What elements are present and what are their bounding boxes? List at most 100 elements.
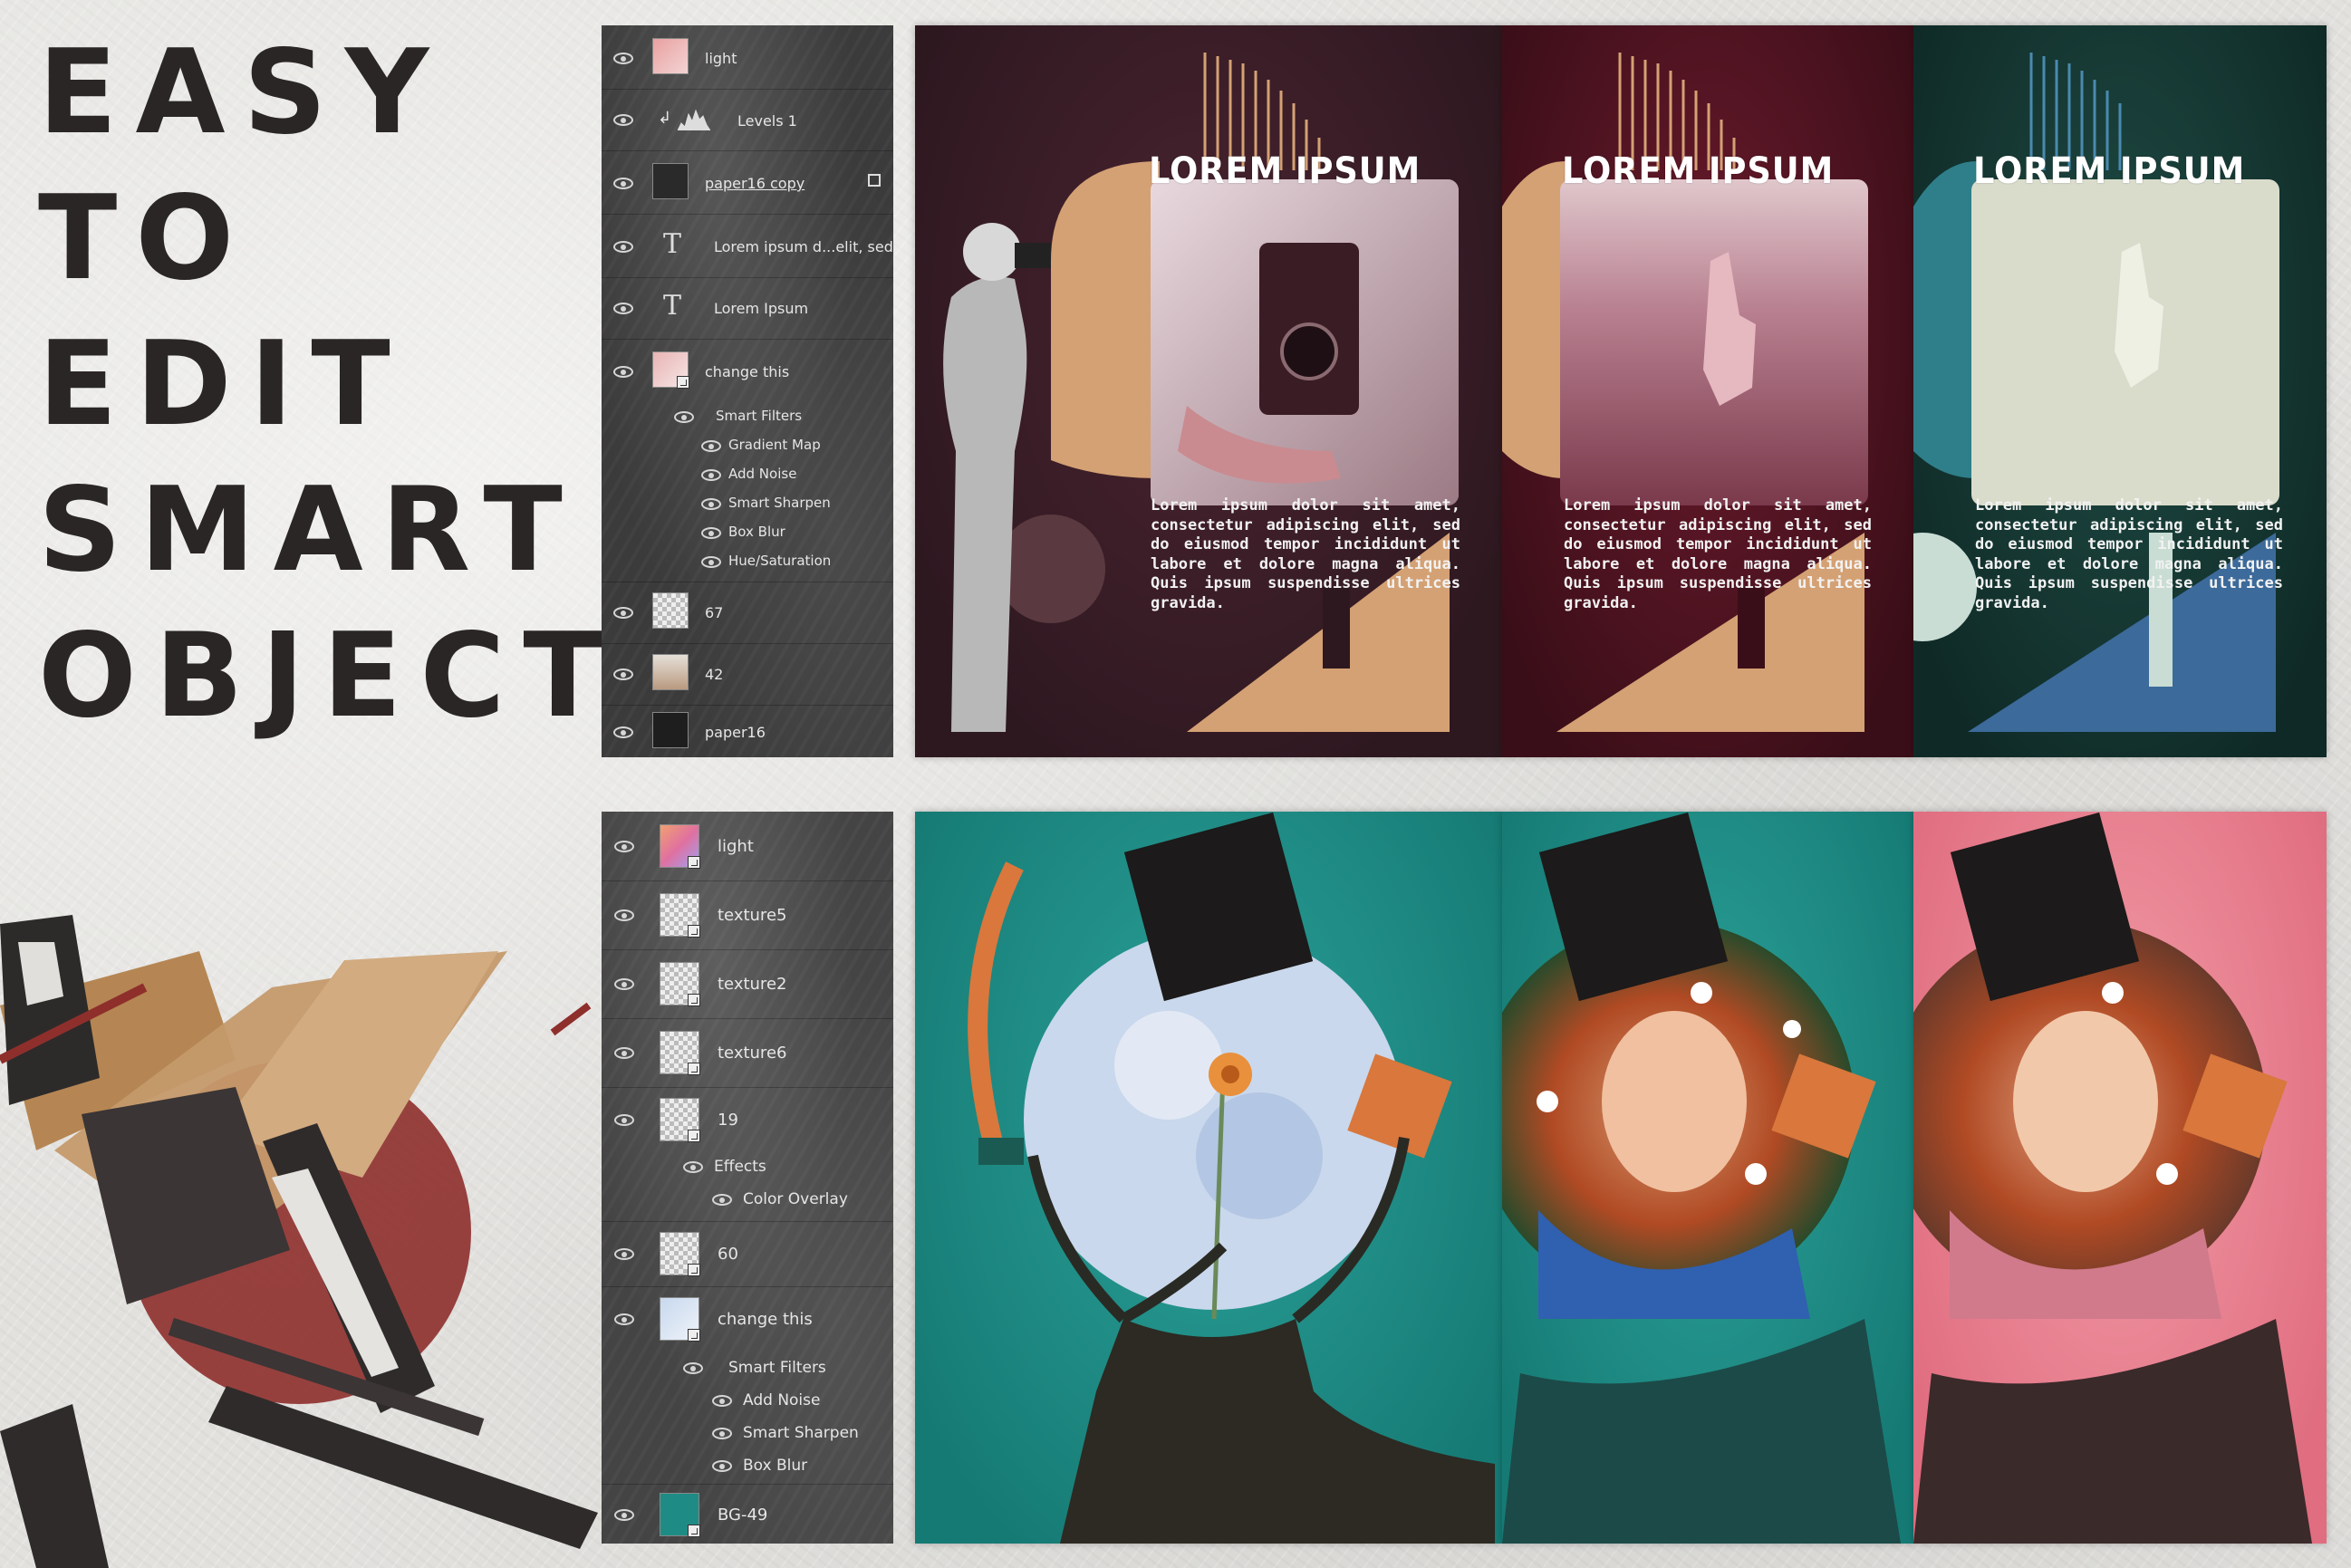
eye-icon[interactable] <box>674 411 694 423</box>
layer-label: paper16 copy <box>705 175 805 192</box>
filter-row-smart-filters[interactable]: Smart Filters <box>602 1352 893 1384</box>
layer-row-60[interactable]: 60 <box>602 1221 893 1287</box>
layer-label: change this <box>705 363 790 380</box>
layer-label: light <box>718 837 754 856</box>
layer-row-change-this[interactable]: change this <box>602 1286 893 1352</box>
filter-row-smart-sharpen[interactable]: Smart Sharpen <box>602 489 893 518</box>
eye-icon[interactable] <box>613 303 633 314</box>
eye-icon[interactable] <box>701 498 721 510</box>
filter-row-box-blur[interactable]: Box Blur <box>602 518 893 547</box>
layer-label: 42 <box>705 666 724 683</box>
eye-icon[interactable] <box>712 1428 732 1439</box>
eye-icon[interactable] <box>712 1460 732 1472</box>
thumbnail-icon <box>652 38 689 74</box>
eye-icon[interactable] <box>683 1362 703 1374</box>
eye-icon[interactable] <box>701 469 721 481</box>
filter-label: Smart Filters <box>728 1359 826 1377</box>
layer-row-texture5[interactable]: texture5 <box>602 880 893 950</box>
eye-icon[interactable] <box>712 1194 732 1206</box>
eye-icon[interactable] <box>614 978 634 990</box>
smart-object-icon <box>660 962 700 1006</box>
poster-body: Lorem ipsum dolor sit amet, consectetur … <box>1975 496 2283 612</box>
filter-row-box-blur[interactable]: Box Blur <box>602 1449 893 1485</box>
filter-label: Box Blur <box>743 1457 808 1475</box>
layers-panel-top[interactable]: light ↲ Levels 1 paper16 copy T Lorem ip… <box>602 25 893 757</box>
clip-arrow-icon: ↲ <box>658 109 672 128</box>
filter-label: Smart Sharpen <box>728 495 831 511</box>
poster-top-3: LOREM IPSUM Lorem ipsum dolor sit amet, … <box>1913 25 2327 757</box>
layer-row-67[interactable]: 67 <box>602 582 893 644</box>
filter-row-smart-sharpen[interactable]: Smart Sharpen <box>602 1417 893 1449</box>
eye-icon[interactable] <box>613 726 633 738</box>
layer-row-bg-49[interactable]: BG-49 <box>602 1484 893 1544</box>
layer-row-texture6[interactable]: texture6 <box>602 1018 893 1088</box>
layer-label: change this <box>718 1310 813 1329</box>
poster-artwork <box>943 53 1459 732</box>
eye-icon[interactable] <box>613 607 633 619</box>
poster-bottom-2 <box>1502 812 1913 1544</box>
filter-row-add-noise[interactable]: Add Noise <box>602 460 893 489</box>
eye-icon[interactable] <box>613 114 633 126</box>
eye-icon[interactable] <box>614 909 634 921</box>
eye-icon[interactable] <box>614 1047 634 1059</box>
eye-icon[interactable] <box>701 440 721 452</box>
layer-row-text-body[interactable]: T Lorem ipsum d...elit, sed <box>602 214 893 278</box>
effect-label: Effects <box>714 1158 766 1176</box>
layer-label: texture5 <box>718 906 787 925</box>
eye-icon[interactable] <box>614 841 634 852</box>
eye-icon[interactable] <box>701 556 721 568</box>
filter-row-add-noise[interactable]: Add Noise <box>602 1384 893 1417</box>
layer-row-text-title[interactable]: T Lorem Ipsum <box>602 277 893 340</box>
layer-row-texture2[interactable]: texture2 <box>602 949 893 1019</box>
effect-row-effects[interactable]: Effects <box>602 1150 893 1183</box>
layer-row-paper16[interactable]: paper16 <box>602 705 893 757</box>
eye-icon[interactable] <box>614 1248 634 1260</box>
poster-top-1: LOREM IPSUM Lorem ipsum dolor sit amet, … <box>915 25 1502 757</box>
eye-icon[interactable] <box>614 1114 634 1126</box>
link-icon <box>868 174 881 187</box>
layer-label: texture6 <box>718 1044 787 1063</box>
eye-icon[interactable] <box>614 1313 634 1325</box>
eye-icon[interactable] <box>614 1509 634 1521</box>
filter-row-gradient-map[interactable]: Gradient Map <box>602 431 893 460</box>
layer-label: paper16 <box>705 724 766 741</box>
thumbnail-icon <box>652 592 689 629</box>
layers-panel-bottom[interactable]: light texture5 texture2 texture6 19 Effe… <box>602 812 893 1544</box>
layer-row-light[interactable]: light <box>602 25 893 90</box>
poster-bottom-1 <box>915 812 1502 1544</box>
eye-icon[interactable] <box>683 1161 703 1173</box>
poster-artwork <box>968 812 1495 1544</box>
eye-icon[interactable] <box>613 53 633 64</box>
text-layer-icon: T <box>663 228 682 260</box>
eye-icon[interactable] <box>613 178 633 189</box>
filter-row-smart-filters[interactable]: Smart Filters <box>602 402 893 431</box>
effect-row-color-overlay[interactable]: Color Overlay <box>602 1183 893 1222</box>
filter-label: Box Blur <box>728 524 785 540</box>
layer-row-light[interactable]: light <box>602 812 893 881</box>
eye-icon[interactable] <box>613 241 633 253</box>
poster-body: Lorem ipsum dolor sit amet, consectetur … <box>1564 496 1872 612</box>
layer-label: Lorem ipsum d...elit, sed <box>714 238 893 255</box>
layer-label: 67 <box>705 604 724 621</box>
eye-icon[interactable] <box>613 669 633 680</box>
filter-label: Add Noise <box>743 1391 821 1409</box>
filter-row-hue-saturation[interactable]: Hue/Saturation <box>602 547 893 582</box>
filter-label: Add Noise <box>728 466 797 482</box>
layer-row-change-this[interactable]: change this <box>602 339 893 402</box>
smart-object-icon <box>660 824 700 869</box>
filter-label: Smart Filters <box>716 408 803 424</box>
eye-icon[interactable] <box>701 527 721 539</box>
poster-title: LOREM IPSUM <box>1562 150 1835 192</box>
poster-body: Lorem ipsum dolor sit amet, consectetur … <box>1151 496 1460 612</box>
eye-icon[interactable] <box>613 366 633 378</box>
smart-object-icon <box>660 1031 700 1075</box>
layer-row-paper16-copy[interactable]: paper16 copy <box>602 150 893 215</box>
layer-row-levels[interactable]: ↲ Levels 1 <box>602 89 893 151</box>
layer-row-19[interactable]: 19 <box>602 1087 893 1150</box>
eye-icon[interactable] <box>712 1395 732 1407</box>
filter-label: Gradient Map <box>728 437 821 453</box>
layer-label: light <box>705 50 737 67</box>
layer-row-42[interactable]: 42 <box>602 643 893 706</box>
poster-artwork <box>1502 812 1901 1544</box>
poster-title: LOREM IPSUM <box>1149 150 1421 192</box>
